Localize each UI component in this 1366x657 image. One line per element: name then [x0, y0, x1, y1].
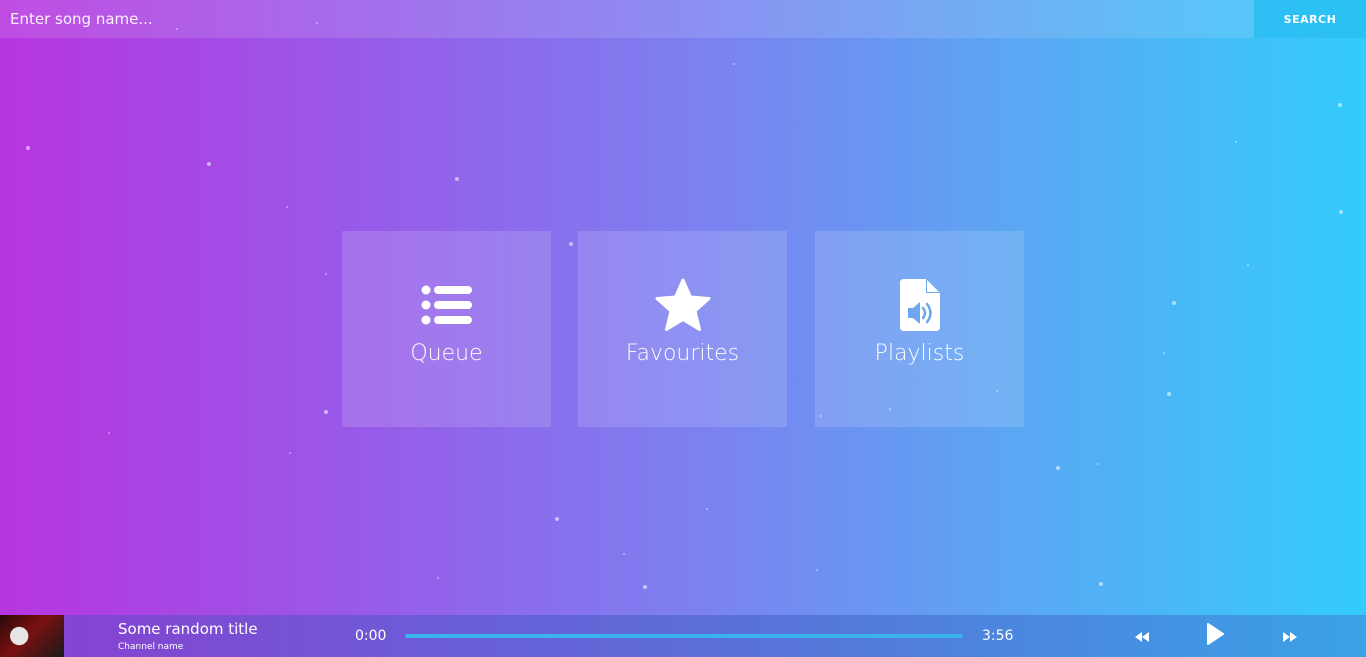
menu-tiles: Queue Favourites Playlists [342, 231, 1024, 427]
list-icon [421, 279, 473, 331]
audio-file-icon [899, 279, 940, 331]
track-title: Some random title [118, 620, 258, 638]
total-time: 3:56 [982, 628, 1014, 644]
playlists-label: Playlists [874, 341, 965, 366]
queue-label: Queue [410, 341, 483, 366]
play-icon [1206, 623, 1224, 649]
progress-bar[interactable] [405, 634, 963, 638]
playlists-tile[interactable]: Playlists [815, 231, 1024, 427]
search-button[interactable]: SEARCH [1254, 0, 1366, 38]
search-input[interactable] [0, 0, 1254, 38]
track-channel: Channel name [118, 642, 184, 652]
favourites-label: Favourites [625, 341, 740, 366]
player-bar: Some random title Channel name 0:00 3:56 [0, 615, 1366, 657]
search-bar: SEARCH [0, 0, 1366, 38]
star-icon [655, 278, 711, 331]
favourites-tile[interactable]: Favourites [578, 231, 787, 427]
queue-tile[interactable]: Queue [342, 231, 551, 427]
album-thumbnail [0, 615, 64, 657]
play-button[interactable] [1202, 623, 1228, 649]
current-time: 0:00 [355, 628, 387, 644]
rewind-button[interactable] [1132, 623, 1152, 649]
fast-forward-button[interactable] [1280, 623, 1300, 649]
fast-forward-icon [1283, 627, 1297, 646]
rewind-icon [1135, 627, 1149, 646]
